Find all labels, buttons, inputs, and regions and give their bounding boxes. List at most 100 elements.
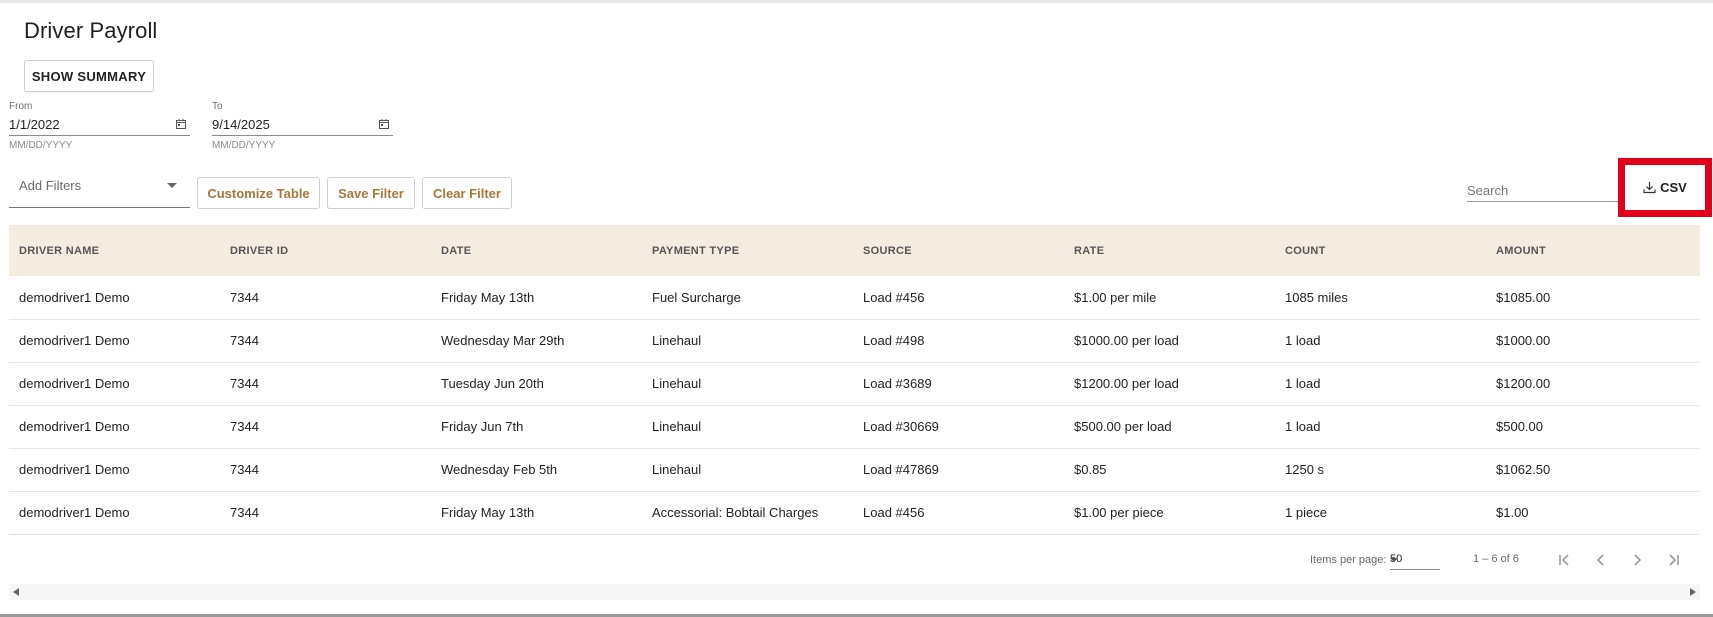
csv-export-button[interactable]: CSV [1632, 172, 1698, 203]
to-date-hint: MM/DD/YYYY [212, 140, 276, 151]
cell-count: 1 load [1275, 362, 1486, 406]
cell-driver-id: 7344 [220, 276, 431, 320]
to-date-input[interactable] [212, 114, 362, 134]
table-row[interactable]: demodriver1 Demo 7344 Wednesday Feb 5th … [9, 448, 1700, 492]
cell-source: Load #47869 [853, 448, 1064, 492]
cell-amount: $1200.00 [1486, 362, 1700, 406]
cell-driver-name: demodriver1 Demo [9, 491, 220, 535]
table-header-row: DRIVER NAME DRIVER ID DATE PAYMENT TYPE … [9, 225, 1700, 276]
chevron-down-icon [1390, 558, 1398, 562]
table-row[interactable]: demodriver1 Demo 7344 Friday May 13th Ac… [9, 491, 1700, 535]
cell-amount: $1000.00 [1486, 319, 1700, 363]
search-field [1467, 180, 1619, 202]
last-page-button[interactable] [1661, 548, 1685, 572]
cell-payment-type: Linehaul [642, 362, 853, 406]
previous-page-button[interactable] [1589, 548, 1613, 572]
scroll-right-icon[interactable] [1690, 588, 1696, 596]
clear-filter-button[interactable]: Clear Filter [422, 177, 512, 209]
table-row[interactable]: demodriver1 Demo 7344 Friday Jun 7th Lin… [9, 405, 1700, 449]
cell-driver-id: 7344 [220, 448, 431, 492]
csv-highlight-box: CSV [1618, 158, 1712, 217]
cell-date: Tuesday Jun 20th [431, 362, 642, 406]
cell-count: 1 piece [1275, 491, 1486, 535]
add-filters-placeholder: Add Filters [19, 178, 82, 193]
cell-rate: $1000.00 per load [1064, 319, 1275, 363]
scroll-left-icon[interactable] [13, 588, 19, 596]
cell-rate: $1.00 per mile [1064, 276, 1275, 320]
chevron-down-icon [167, 183, 177, 188]
cell-count: 1 load [1275, 405, 1486, 449]
csv-label: CSV [1660, 180, 1687, 195]
column-header-count[interactable]: COUNT [1275, 225, 1486, 276]
cell-source: Load #498 [853, 319, 1064, 363]
cell-date: Wednesday Feb 5th [431, 448, 642, 492]
first-page-button[interactable] [1553, 548, 1577, 572]
show-summary-button[interactable]: SHOW SUMMARY [24, 60, 154, 92]
cell-count: 1085 miles [1275, 276, 1486, 320]
calendar-icon[interactable] [176, 119, 186, 129]
cell-payment-type: Accessorial: Bobtail Charges [642, 491, 853, 535]
payroll-table: DRIVER NAME DRIVER ID DATE PAYMENT TYPE … [9, 225, 1700, 535]
table-row[interactable]: demodriver1 Demo 7344 Tuesday Jun 20th L… [9, 362, 1700, 406]
items-per-page-label: Items per page: [1310, 554, 1387, 566]
column-header-driver-id[interactable]: DRIVER ID [220, 225, 431, 276]
cell-date: Wednesday Mar 29th [431, 319, 642, 363]
cell-rate: $1.00 per piece [1064, 491, 1275, 535]
cell-amount: $1062.50 [1486, 448, 1700, 492]
cell-driver-id: 7344 [220, 405, 431, 449]
cell-amount: $1085.00 [1486, 276, 1700, 320]
next-page-button[interactable] [1625, 548, 1649, 572]
cell-source: Load #30669 [853, 405, 1064, 449]
from-date-label: From [9, 101, 33, 112]
cell-payment-type: Linehaul [642, 405, 853, 449]
column-header-amount[interactable]: AMOUNT [1486, 225, 1700, 276]
save-filter-button[interactable]: Save Filter [327, 177, 415, 209]
search-input[interactable] [1467, 180, 1617, 200]
cell-driver-name: demodriver1 Demo [9, 405, 220, 449]
chevron-right-icon [1634, 554, 1642, 566]
cell-rate: $0.85 [1064, 448, 1275, 492]
horizontal-scrollbar[interactable] [9, 584, 1700, 600]
column-header-rate[interactable]: RATE [1064, 225, 1275, 276]
last-page-icon [1669, 554, 1679, 566]
chevron-left-icon [1596, 554, 1604, 566]
cell-driver-name: demodriver1 Demo [9, 362, 220, 406]
cell-amount: $500.00 [1486, 405, 1700, 449]
cell-payment-type: Fuel Surcharge [642, 276, 853, 320]
cell-rate: $1200.00 per load [1064, 362, 1275, 406]
from-date-input[interactable] [9, 114, 159, 134]
cell-count: 1 load [1275, 319, 1486, 363]
cell-rate: $500.00 per load [1064, 405, 1275, 449]
column-header-payment-type[interactable]: PAYMENT TYPE [642, 225, 853, 276]
download-icon [1643, 182, 1656, 194]
cell-source: Load #3689 [853, 362, 1064, 406]
table-row[interactable]: demodriver1 Demo 7344 Wednesday Mar 29th… [9, 319, 1700, 363]
to-date-label: To [212, 101, 223, 112]
cell-source: Load #456 [853, 491, 1064, 535]
cell-payment-type: Linehaul [642, 448, 853, 492]
column-header-driver-name[interactable]: DRIVER NAME [9, 225, 220, 276]
first-page-icon [1559, 554, 1569, 566]
table-row[interactable]: demodriver1 Demo 7344 Friday May 13th Fu… [9, 276, 1700, 320]
calendar-icon[interactable] [379, 119, 389, 129]
cell-driver-id: 7344 [220, 362, 431, 406]
column-header-source[interactable]: SOURCE [853, 225, 1064, 276]
cell-date: Friday Jun 7th [431, 405, 642, 449]
from-date-field: From MM/DD/YYYY [9, 101, 190, 151]
cell-driver-name: demodriver1 Demo [9, 276, 220, 320]
items-per-page-select[interactable]: 50 [1390, 550, 1440, 570]
add-filters-select[interactable]: Add Filters [9, 172, 190, 208]
cell-payment-type: Linehaul [642, 319, 853, 363]
cell-driver-id: 7344 [220, 319, 431, 363]
column-header-date[interactable]: DATE [431, 225, 642, 276]
cell-date: Friday May 13th [431, 276, 642, 320]
from-date-hint: MM/DD/YYYY [9, 140, 73, 151]
cell-count: 1250 s [1275, 448, 1486, 492]
cell-driver-name: demodriver1 Demo [9, 319, 220, 363]
cell-driver-id: 7344 [220, 491, 431, 535]
top-border [0, 0, 1713, 3]
cell-date: Friday May 13th [431, 491, 642, 535]
customize-table-button[interactable]: Customize Table [197, 177, 320, 209]
cell-driver-name: demodriver1 Demo [9, 448, 220, 492]
to-date-field: To MM/DD/YYYY [212, 101, 393, 151]
